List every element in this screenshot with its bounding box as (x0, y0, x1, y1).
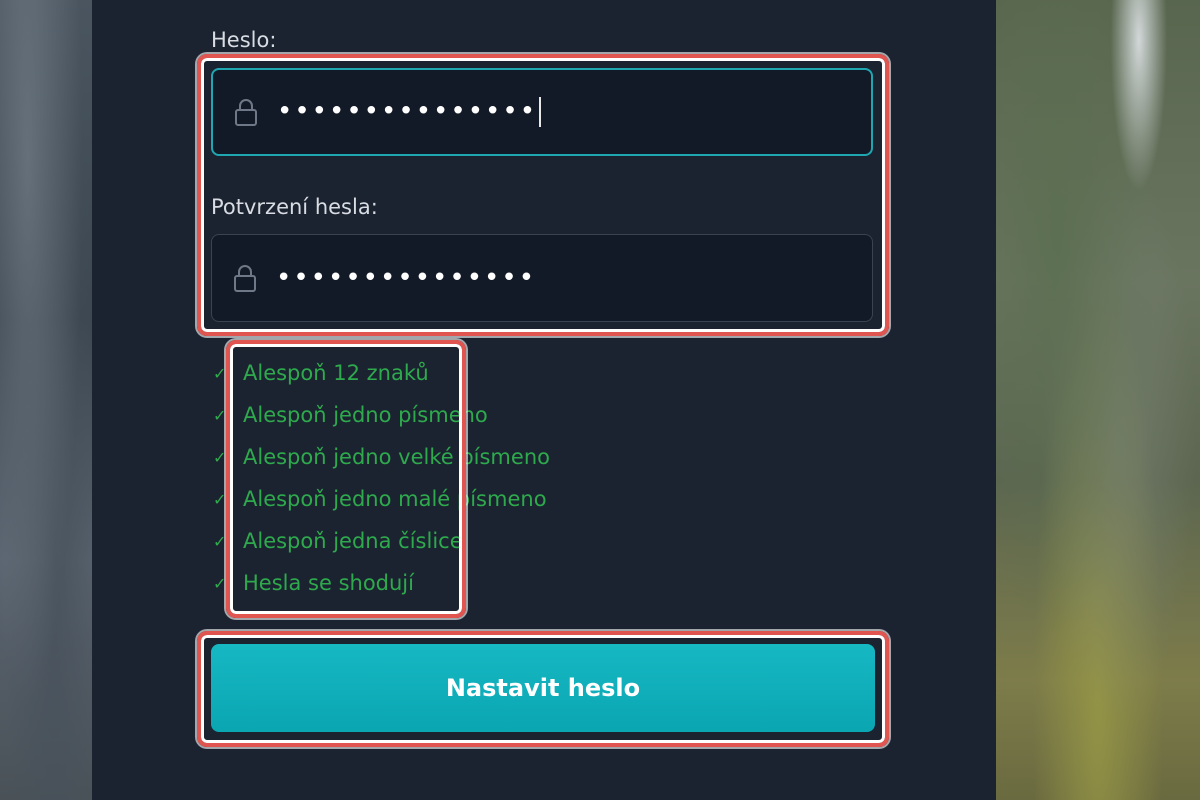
lock-icon (234, 265, 256, 292)
password-requirements-list: ✓ Alespoň 12 znaků ✓ Alespoň jedno písme… (213, 352, 550, 604)
requirement-text: Alespoň jedno velké písmeno (243, 445, 550, 469)
requirement-text: Alespoň jedno malé písmeno (243, 487, 547, 511)
confirm-password-label: Potvrzení hesla: (211, 195, 378, 219)
requirement-item: ✓ Alespoň jedna číslice (213, 520, 550, 562)
check-icon: ✓ (213, 573, 227, 593)
check-icon: ✓ (213, 447, 227, 467)
text-caret (539, 97, 542, 127)
requirement-item: ✓ Alespoň 12 znaků (213, 352, 550, 394)
lock-icon (235, 99, 257, 126)
check-icon: ✓ (213, 363, 227, 383)
set-password-button[interactable]: Nastavit heslo (211, 644, 875, 732)
password-field[interactable]: ••••••••••••••• (211, 68, 873, 156)
password-value: ••••••••••••••• (277, 97, 542, 127)
requirement-item: ✓ Alespoň jedno velké písmeno (213, 436, 550, 478)
requirement-text: Alespoň jedno písmeno (243, 403, 488, 427)
background-landscape-left (0, 0, 92, 800)
requirement-item: ✓ Alespoň jedno malé písmeno (213, 478, 550, 520)
check-icon: ✓ (213, 405, 227, 425)
check-icon: ✓ (213, 489, 227, 509)
requirement-text: Alespoň jedna číslice (243, 529, 463, 553)
requirement-text: Alespoň 12 znaků (243, 361, 429, 385)
password-label: Heslo: (211, 28, 277, 52)
background-landscape-right (996, 0, 1200, 800)
requirement-text: Hesla se shodují (243, 571, 414, 595)
confirm-password-field[interactable]: ••••••••••••••• (211, 234, 873, 322)
requirement-item: ✓ Hesla se shodují (213, 562, 550, 604)
check-icon: ✓ (213, 531, 227, 551)
confirm-password-value: ••••••••••••••• (276, 263, 537, 293)
requirement-item: ✓ Alespoň jedno písmeno (213, 394, 550, 436)
